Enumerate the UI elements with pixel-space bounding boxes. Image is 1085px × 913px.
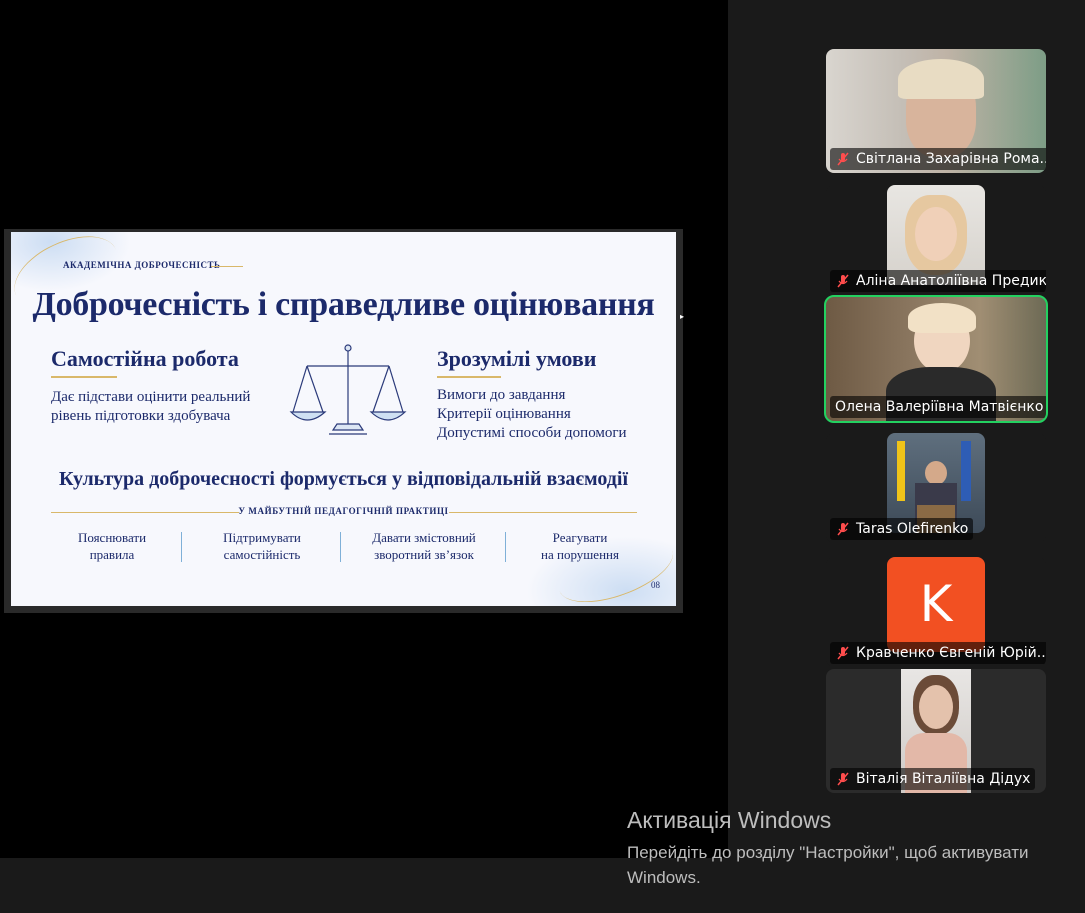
shared-slide: АКАДЕМІЧНА ДОБРОЧЕСНІСТЬ Доброчесність і… bbox=[4, 229, 683, 613]
action-item: Підтримувати самостійність bbox=[197, 529, 327, 563]
hair-shape bbox=[898, 59, 984, 99]
culture-statement: Культура доброчесності формується у відп… bbox=[58, 468, 629, 490]
action-line: на порушення bbox=[541, 547, 619, 562]
participant-name-tag: Кравченко Євгеній Юрій... bbox=[830, 642, 1046, 664]
action-line: Підтримувати bbox=[223, 530, 301, 545]
caret-icon: ▸ bbox=[680, 312, 685, 321]
left-text-2: рівень підготовки здобувача bbox=[51, 408, 231, 424]
right-item: Критерії оцінювання bbox=[437, 406, 571, 422]
mic-muted-icon bbox=[837, 522, 849, 536]
participant-name: Віталія Віталіївна Дідух bbox=[856, 771, 1031, 787]
right-heading: Зрозумілі умови bbox=[437, 346, 597, 371]
hair-shape bbox=[908, 303, 976, 333]
mic-muted-icon bbox=[837, 772, 849, 786]
face-shape bbox=[915, 207, 957, 261]
participant-tile[interactable]: Taras Olefirenko bbox=[826, 433, 1046, 543]
right-item: Допустимі способи допомоги bbox=[437, 425, 627, 441]
participant-name: Аліна Анатоліївна Предик bbox=[856, 273, 1046, 289]
slide-subcaption: У МАЙБУТНІЙ ПЕДАГОГІЧНІЙ ПРАКТИЦІ bbox=[238, 506, 449, 516]
participant-tile[interactable]: Аліна Анатоліївна Предик bbox=[826, 185, 1046, 295]
participant-name-tag: Taras Olefirenko bbox=[830, 518, 974, 540]
action-item: Реагувати на порушення bbox=[515, 529, 645, 563]
action-line: Давати змістовний bbox=[372, 530, 476, 545]
participant-tile-active-speaker[interactable]: Олена Валеріївна Матвієнко bbox=[824, 295, 1048, 423]
action-divider bbox=[181, 532, 182, 562]
action-line: зворотний зв’язок bbox=[374, 547, 474, 562]
left-text-1: Дає підстави оцінити реальний bbox=[51, 389, 251, 405]
participant-tile[interactable]: Віталія Віталіївна Дідух bbox=[826, 669, 1046, 793]
left-heading-underline bbox=[51, 376, 117, 378]
slide-page-number: 08 bbox=[651, 580, 660, 590]
action-line: самостійність bbox=[223, 547, 301, 562]
action-line: Пояснювати bbox=[77, 530, 147, 545]
left-heading: Самостійна робота bbox=[51, 346, 239, 371]
participant-name: Taras Olefirenko bbox=[856, 521, 969, 537]
action-line: правила bbox=[89, 547, 135, 562]
participant-name-tag: Аліна Анатоліївна Предик bbox=[830, 270, 1046, 292]
mic-muted-icon bbox=[837, 274, 849, 288]
flag-shape bbox=[961, 441, 971, 501]
action-item: Пояснювати правила bbox=[47, 529, 177, 563]
participant-tile[interactable]: K Кравченко Євгеній Юрій... bbox=[826, 557, 1046, 667]
action-line: Реагувати bbox=[552, 530, 608, 545]
participant-name: Світлана Захарівна Рома... bbox=[856, 151, 1046, 167]
participant-name: Кравченко Євгеній Юрій... bbox=[856, 645, 1046, 661]
mic-muted-icon bbox=[837, 152, 849, 166]
participant-tile[interactable]: Світлана Захарівна Рома... bbox=[826, 49, 1046, 173]
slide-eyebrow: АКАДЕМІЧНА ДОБРОЧЕСНІСТЬ bbox=[63, 260, 221, 270]
participant-name-tag: Віталія Віталіївна Дідух bbox=[830, 768, 1036, 790]
right-item: Вимоги до завдання bbox=[437, 387, 566, 403]
action-item: Давати змістовний зворотний зв’язок bbox=[359, 529, 489, 563]
windows-activation-title: Активація Windows bbox=[627, 807, 832, 833]
participant-name-tag: Світлана Захарівна Рома... bbox=[830, 148, 1046, 170]
action-divider bbox=[340, 532, 341, 562]
mic-muted-icon bbox=[837, 646, 849, 660]
screen-share-area: АКАДЕМІЧНА ДОБРОЧЕСНІСТЬ Доброчесність і… bbox=[0, 0, 728, 858]
face-shape bbox=[919, 685, 953, 729]
right-heading-underline bbox=[437, 376, 501, 378]
slide-canvas: АКАДЕМІЧНА ДОБРОЧЕСНІСТЬ Доброчесність і… bbox=[11, 232, 676, 606]
windows-activation-subtitle: Перейдіть до розділу "Настройки", щоб ак… bbox=[627, 843, 1029, 887]
participant-name: Олена Валеріївна Матвієнко bbox=[835, 399, 1044, 415]
face-shape bbox=[925, 461, 947, 485]
participant-avatar: K bbox=[887, 557, 985, 652]
scales-icon bbox=[289, 344, 407, 435]
slide-eyebrow-line bbox=[211, 266, 243, 267]
participant-name-tag: Олена Валеріївна Матвієнко bbox=[830, 396, 1046, 418]
slide-title: Доброчесність і справедливе оцінювання bbox=[32, 286, 655, 323]
action-divider bbox=[505, 532, 506, 562]
flag-shape bbox=[897, 441, 905, 501]
